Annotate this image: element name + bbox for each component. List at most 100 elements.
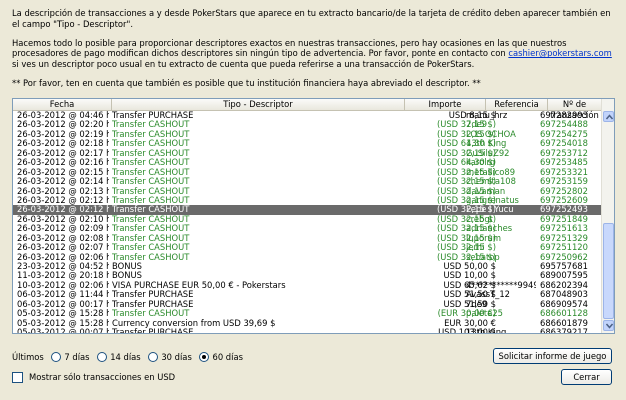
period-label: Últimos [12, 351, 44, 362]
cell-date: 06-03-2012 @ 11:44 h [17, 290, 109, 300]
cell-date: 26-03-2012 @ 02:14 h [17, 177, 109, 187]
cell-date: 26-03-2012 @ 04:46 h [17, 111, 109, 120]
cell-reference: 13th King [466, 328, 507, 334]
cell-descriptor: Transfer CASHOUT [112, 177, 190, 187]
close-button[interactable]: Cerrar [561, 369, 612, 385]
table-row[interactable]: 05-03-2012 @ 00:07 h Transfer PURCHASE USD… [13, 328, 601, 334]
cell-reference: GuSiluZ92 [466, 148, 510, 158]
cell-reference: 4***********9949 [466, 280, 536, 290]
chevron-down-icon [606, 323, 613, 329]
table-row[interactable]: 26-03-2012 @ 02:16 h Transfer CASHOUT (USD… [13, 158, 601, 167]
cell-reference: gangrenatus [466, 195, 519, 205]
intro-text: La descripción de transacciones a y desd… [12, 8, 612, 97]
table-row[interactable]: 06-03-2012 @ 00:17 h Transfer PURCHASE USD… [13, 300, 601, 309]
cell-date: 05-03-2012 @ 15:28 h [17, 309, 109, 319]
table-row[interactable]: 26-03-2012 @ 04:46 h Transfer PURCHASE USD… [13, 111, 601, 120]
cell-transaction-number: 697251120 [540, 243, 588, 253]
table-row[interactable]: 26-03-2012 @ 02:18 h Transfer CASHOUT (USD… [13, 139, 601, 148]
cell-transaction-number: 697253159 [540, 177, 588, 187]
cell-date: 26-03-2012 @ 02:10 h [17, 214, 109, 224]
cell-descriptor: Transfer CASHOUT [112, 186, 190, 196]
usd-only-checkbox-row: Mostrar sólo transacciones en USD [12, 371, 175, 383]
cell-transaction-number: 697282993 [540, 111, 588, 120]
cell-transaction-number: 686202394 [540, 280, 588, 290]
table-row[interactable]: 26-03-2012 @ 02:09 h Transfer CASHOUT (USD… [13, 224, 601, 233]
cell-reference: adrianches [466, 224, 513, 234]
radio-30-days[interactable] [148, 351, 159, 362]
cell-amount: USD 10,00 $ [443, 271, 496, 281]
cell-date: 26-03-2012 @ 02:13 h [17, 186, 109, 196]
header-descriptor[interactable]: Tipo - Descriptor [112, 99, 405, 110]
table-row[interactable]: 05-03-2012 @ 15:28 h Transfer CASHOUT (EUR… [13, 309, 601, 318]
scroll-down-button[interactable] [603, 320, 614, 331]
intro-p2-before: Hacemos todo lo posible para proporciona… [12, 37, 567, 59]
table-row[interactable]: 26-03-2012 @ 02:20 h Transfer CASHOUT (USD… [13, 120, 601, 129]
cell-descriptor: Transfer PURCHASE [112, 299, 194, 309]
cell-descriptor: Transfer PURCHASE [112, 328, 194, 334]
cell-date: 26-03-2012 @ 02:07 h [17, 243, 109, 253]
cell-date: 05-03-2012 @ 15:28 h [17, 318, 109, 328]
header-reference[interactable]: Referencia [486, 99, 548, 110]
cell-reference: 13th King [466, 139, 507, 149]
table-row[interactable]: 26-03-2012 @ 02:08 h Transfer CASHOUT (USD… [13, 234, 601, 243]
table-row[interactable]: 26-03-2012 @ 02:17 h Transfer CASHOUT (USD… [13, 149, 601, 158]
cell-descriptor: Transfer CASHOUT [112, 243, 190, 253]
table-row[interactable]: 26-03-2012 @ 02:19 h Transfer CASHOUT (USD… [13, 130, 601, 139]
cell-descriptor: Transfer CASHOUT [112, 167, 190, 177]
cell-reference: AvassT_12 [466, 290, 511, 300]
table-row[interactable]: 26-03-2012 @ 02:12 h Transfer CASHOUT (USD… [13, 205, 601, 215]
intro-p2-after: si ves un descriptor poco usual en tu ex… [12, 59, 475, 70]
header-transaction-number[interactable]: Nº de transacción [548, 99, 601, 120]
cell-reference: karolrg [466, 158, 496, 168]
vertical-scrollbar[interactable] [601, 99, 614, 333]
cell-transaction-number: 695757681 [540, 262, 588, 271]
cell-transaction-number: 697251849 [540, 214, 588, 224]
radio-14-days-label: 14 días [110, 351, 141, 362]
table-row[interactable]: 26-03-2012 @ 02:13 h Transfer CASHOUT (USD… [13, 187, 601, 196]
cell-date: 26-03-2012 @ 02:08 h [17, 233, 109, 243]
usd-only-label: Mostrar sólo transacciones en USD [29, 372, 176, 382]
table-row[interactable]: 05-03-2012 @ 15:28 h Currency conversion … [13, 319, 601, 328]
header-amount[interactable]: Importe [405, 99, 486, 110]
cell-date: 10-03-2012 @ 02:06 h [17, 280, 109, 290]
cell-descriptor: Transfer PURCHASE [112, 111, 194, 120]
chevron-up-icon [606, 114, 613, 120]
scroll-up-button[interactable] [603, 111, 614, 122]
cell-reference: metallico89 [466, 167, 516, 177]
cashier-email-link[interactable]: cashier@pokerstars.com [508, 48, 611, 58]
cell-date: 26-03-2012 @ 02:19 h [17, 129, 109, 139]
cell-descriptor: Transfer CASHOUT [112, 120, 190, 130]
request-report-button[interactable]: Solicitar informe de juego [493, 348, 612, 364]
header-date[interactable]: Fecha [13, 99, 112, 110]
cell-transaction-number: 697254488 [540, 120, 588, 130]
cell-descriptor: Transfer CASHOUT [112, 148, 190, 158]
cell-date: 23-03-2012 @ 04:52 h [17, 262, 109, 271]
table-row[interactable]: 26-03-2012 @ 02:06 h Transfer CASHOUT (USD… [13, 253, 601, 262]
radio-7-days[interactable] [51, 351, 62, 362]
table-row[interactable]: 23-03-2012 @ 04:52 h BONUS USD 50,00 $ 6957… [13, 262, 601, 271]
table-row[interactable]: 26-03-2012 @ 02:07 h Transfer CASHOUT (USD… [13, 243, 601, 252]
cell-descriptor: Transfer CASHOUT [112, 233, 190, 243]
cell-date: 26-03-2012 @ 02:18 h [17, 139, 109, 149]
cell-descriptor: Transfer CASHOUT [112, 205, 190, 215]
cell-date: 26-03-2012 @ 02:06 h [17, 252, 109, 262]
scroll-thumb[interactable] [603, 223, 614, 319]
table-row[interactable]: 26-03-2012 @ 02:14 h Transfer CASHOUT (USD… [13, 177, 601, 186]
table-row[interactable]: 26-03-2012 @ 02:15 h Transfer CASHOUT (USD… [13, 168, 601, 177]
cell-date: 26-03-2012 @ 02:12 h [17, 195, 109, 205]
table-row[interactable]: 06-03-2012 @ 11:44 h Transfer PURCHASE USD… [13, 290, 601, 299]
cell-descriptor: Currency conversion from USD 39,69 $ [112, 318, 276, 328]
cell-reference: LOS OCHOA [466, 129, 516, 139]
cell-descriptor: Transfer CASHOUT [112, 214, 190, 224]
usd-only-checkbox[interactable] [12, 372, 23, 383]
table-row[interactable]: 26-03-2012 @ 02:12 h Transfer CASHOUT (USD… [13, 196, 601, 205]
cell-amount: EUR 30,00 € [444, 318, 496, 328]
table-row[interactable]: 10-03-2012 @ 02:06 h VISA PURCHASE EUR 50… [13, 281, 601, 290]
cell-descriptor: BONUS [112, 271, 142, 281]
radio-60-days[interactable] [199, 351, 210, 362]
table-row[interactable]: 26-03-2012 @ 02:10 h Transfer CASHOUT (USD… [13, 215, 601, 224]
radio-14-days[interactable] [97, 351, 108, 362]
cell-reference: paleta25 [466, 309, 504, 319]
table-row[interactable]: 11-03-2012 @ 20:18 h BONUS USD 10,00 $ 6890… [13, 271, 601, 280]
cell-transaction-number: 686601128 [540, 309, 588, 319]
